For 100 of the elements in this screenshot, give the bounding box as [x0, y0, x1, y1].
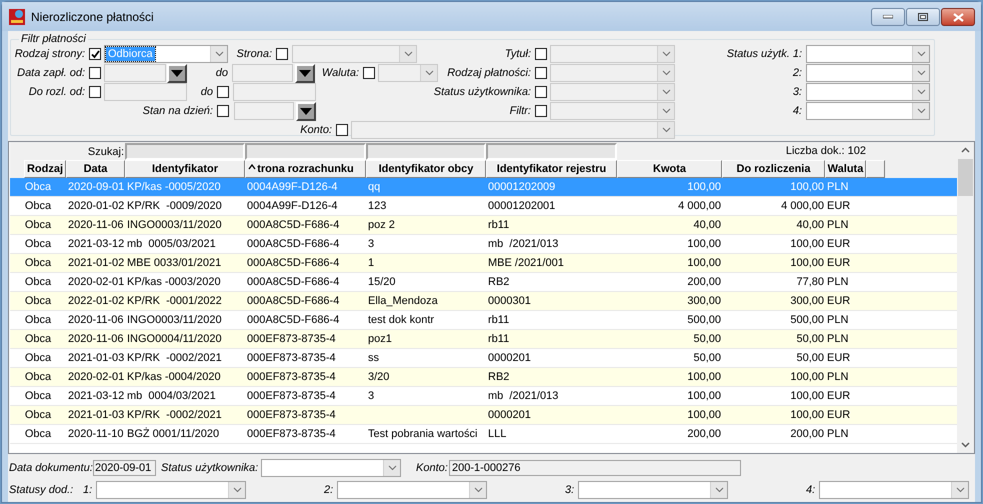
column-header[interactable]: Do rozliczenia: [722, 160, 825, 178]
dropdown-field[interactable]: [806, 45, 930, 63]
dropdown-field[interactable]: [337, 481, 487, 499]
table-cell-text: 2021-03-12: [68, 236, 124, 252]
dropdown-field[interactable]: [292, 45, 417, 63]
search-field[interactable]: [486, 143, 617, 160]
maximize-button[interactable]: [906, 8, 940, 26]
table-cell-text: EUR: [827, 294, 850, 309]
dropdown-field[interactable]: [819, 481, 969, 499]
triangle-down-icon: [299, 70, 311, 76]
calendar-dropdown-button[interactable]: [296, 102, 316, 120]
checkbox[interactable]: [535, 48, 547, 60]
chevron-icon: [916, 70, 926, 76]
table-row[interactable]: Obca 2020-11-06 INGO0003/11/2020 000A8C5D-F686-4 poz 2 rb11 40,00 40,00 PLN: [10, 216, 957, 235]
table-cell-text: 100,00: [687, 180, 721, 195]
table-row[interactable]: Obca 2022-01-02 KP/RK -0001/2022 000A8C5D-F686-4 Ella_Mendoza 0000301 300,00 300,00 EUR: [10, 292, 957, 311]
search-field[interactable]: [245, 143, 366, 160]
field-label: Status użytkownika:: [434, 84, 531, 100]
column-header[interactable]: trona rozrachunku: [245, 160, 366, 178]
search-field[interactable]: [366, 143, 486, 160]
dropdown-field[interactable]: [351, 121, 675, 139]
table-cell-text: test dok kontr: [368, 312, 434, 328]
account-field[interactable]: 200-1-000276: [449, 460, 741, 476]
column-header[interactable]: Identyfikator obcy: [366, 160, 486, 178]
table-cell-text: PLN: [827, 332, 848, 347]
dropdown-field[interactable]: [550, 45, 675, 63]
input-field[interactable]: [233, 83, 316, 101]
close-button[interactable]: [941, 8, 975, 26]
dropdown-field[interactable]: [806, 83, 930, 101]
column-header[interactable]: Identyfikator: [125, 160, 245, 178]
column-header[interactable]: Identyfikator rejestru: [486, 160, 617, 178]
field-label: Konto:: [416, 460, 449, 476]
date-field[interactable]: 2020-09-01: [93, 460, 156, 476]
column-header[interactable]: Kwota: [617, 160, 722, 178]
triangle-down-icon: [300, 108, 312, 114]
chevron-icon: [662, 108, 670, 114]
table-cell-text: 100,00: [687, 256, 721, 271]
app-icon: [9, 8, 25, 24]
dropdown-field[interactable]: [550, 83, 675, 101]
scrollbar[interactable]: [957, 142, 974, 453]
table-cell-text: mb /2021/013: [488, 388, 558, 404]
chevron-icon: [474, 487, 482, 493]
column-header[interactable]: Data: [66, 160, 125, 178]
table-cell-text: mb /2021/013: [488, 236, 558, 252]
checkbox[interactable]: [336, 124, 348, 136]
table-cell-text: 0000301: [488, 294, 531, 309]
calendar-dropdown-button[interactable]: [295, 64, 315, 82]
column-header[interactable]: Rodzaj: [24, 160, 66, 178]
input-field[interactable]: [232, 64, 293, 82]
checkbox[interactable]: [276, 48, 288, 60]
input-field[interactable]: [234, 102, 294, 120]
table-row[interactable]: Obca 2021-01-02 MBE 0033/01/2021 000A8C5D-F686-4 1 MBE /2021/001 100,00 100,00 EUR: [10, 254, 957, 273]
checkbox[interactable]: [535, 67, 547, 79]
scroll-thumb[interactable]: [958, 159, 973, 196]
table-row[interactable]: Obca 2020-02-01 KP/kas -0004/2020 000EF873-8735-4 3/20 RB2 100,00 100,00 PLN: [10, 368, 957, 387]
column-header[interactable]: Waluta: [825, 160, 866, 178]
search-field[interactable]: [125, 143, 245, 160]
minimize-button[interactable]: [871, 8, 905, 26]
checkbox[interactable]: [535, 105, 547, 117]
checkbox[interactable]: [217, 105, 229, 117]
dropdown-field[interactable]: [96, 481, 246, 499]
table-row[interactable]: Obca 2020-11-10 BGŻ 0001/11/2020 000EF873-8735-4 Test pobrania wartości LLL 200,00 200,00 PLN: [10, 425, 957, 444]
field-label: Rodzaj płatności:: [447, 66, 531, 81]
table-cell-text: KP/RK -0001/2022: [127, 294, 222, 309]
checkbox[interactable]: [89, 86, 101, 98]
table-cell-text: MBE /2021/001: [488, 256, 564, 271]
dropdown-field[interactable]: [550, 64, 675, 82]
table-cell-text: 100,00: [790, 408, 824, 423]
checkbox[interactable]: [363, 67, 375, 79]
dropdown-field[interactable]: [806, 64, 930, 82]
table-cell-text: 300,00: [687, 294, 721, 309]
input-field[interactable]: [104, 83, 187, 101]
dropdown-field[interactable]: [261, 459, 401, 477]
table-cell-text: Obca: [24, 294, 52, 309]
table-cell-text: Test pobrania wartości: [368, 426, 478, 442]
dropdown-field[interactable]: [378, 64, 438, 82]
checkbox[interactable]: [89, 67, 101, 79]
checkbox[interactable]: [89, 48, 101, 60]
table-cell-text: 000A8C5D-F686-4: [247, 274, 340, 290]
column-header[interactable]: [866, 160, 885, 178]
table-cell-text: 100,00: [790, 236, 824, 252]
table-cell-text: INGO0004/11/2020: [127, 332, 222, 347]
table-cell-text: 00001202001: [488, 198, 556, 214]
dropdown-field[interactable]: [550, 102, 675, 120]
table-cell-text: mb 0004/03/2021: [127, 388, 216, 404]
table-cell-text: 50,00: [693, 332, 721, 347]
table-cell-text: 000A8C5D-F686-4: [247, 256, 340, 271]
field-label: Data dokumentu:: [9, 460, 93, 476]
calendar-dropdown-button[interactable]: [167, 64, 187, 82]
checkbox[interactable]: [217, 86, 229, 98]
table-cell-text: 2022-01-02: [68, 294, 124, 309]
input-field[interactable]: [104, 64, 166, 82]
field-label: 2:: [324, 482, 334, 498]
dropdown-field[interactable]: [578, 481, 728, 499]
checkbox[interactable]: [535, 86, 547, 98]
dropdown-field[interactable]: [806, 102, 930, 120]
table-cell-text: 000A8C5D-F686-4: [247, 294, 340, 309]
table-cell-text: 000EF873-8735-4: [247, 350, 336, 366]
table-row[interactable]: Obca 2020-11-06 INGO0004/11/2020 000EF873-8735-4 poz1 rb11 50,00 50,00 PLN: [10, 330, 957, 349]
table-row[interactable]: Obca 2021-01-03 KP/RK -0002/2021 000EF873-8735-4 0000201 100,00 100,00 EUR: [10, 406, 957, 425]
